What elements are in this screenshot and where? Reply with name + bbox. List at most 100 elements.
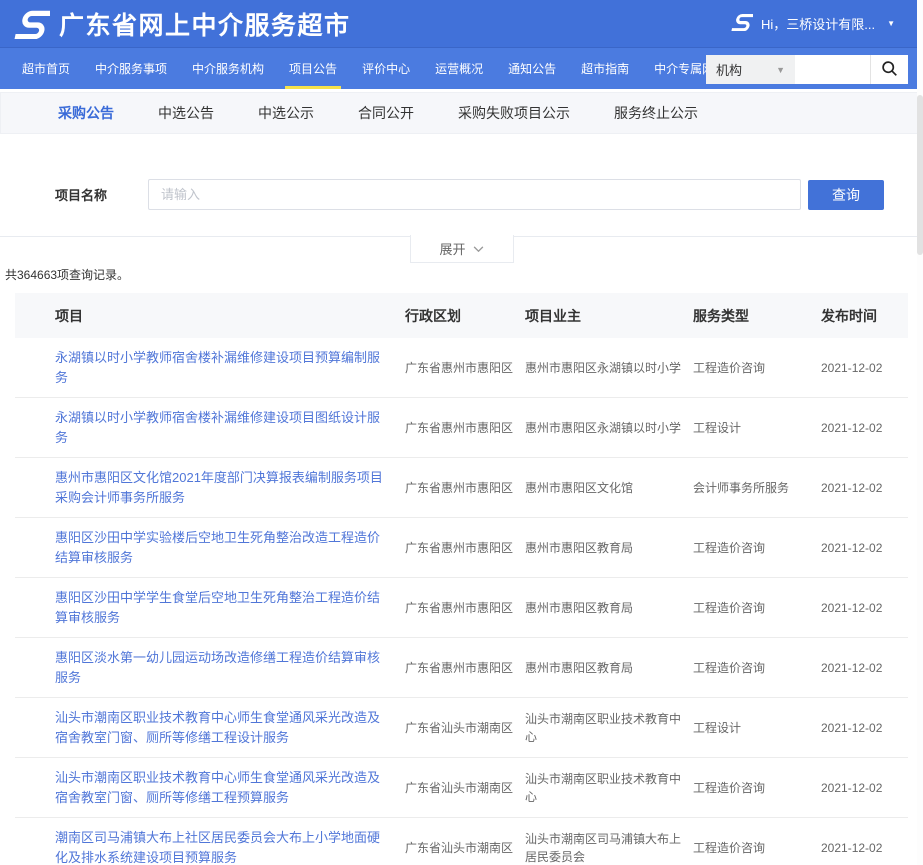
tab-item[interactable]: 中选公告 <box>158 103 214 123</box>
user-logo-icon <box>731 13 753 34</box>
project-title-link[interactable]: 惠阳区沙田中学实验楼后空地卫生死角整治改造工程造价结算审核服务 <box>15 528 405 567</box>
region-cell: 广东省惠州市惠阳区 <box>405 539 525 557</box>
service-type-cell: 工程设计 <box>693 419 821 437</box>
table-row: 永湖镇以时小学教师宿舍楼补漏维修建设项目图纸设计服务广东省惠州市惠阳区惠州市惠阳… <box>15 398 908 458</box>
main-nav: 超市首页中介服务事项中介服务机构项目公告评价中心运营概况通知公告超市指南中介专属… <box>0 47 923 89</box>
column-header: 服务类型 <box>693 306 821 326</box>
publish-date-cell: 2021-12-02 <box>821 599 908 617</box>
column-header: 项目业主 <box>525 306 693 326</box>
site-search-input[interactable] <box>795 55 870 84</box>
service-type-cell: 工程造价咨询 <box>693 539 821 557</box>
results-table: 项目行政区划项目业主服务类型发布时间 永湖镇以时小学教师宿舍楼补漏维修建设项目预… <box>15 293 908 865</box>
owner-cell: 惠州市惠阳区永湖镇以时小学 <box>525 419 693 437</box>
project-title-link[interactable]: 永湖镇以时小学教师宿舍楼补漏维修建设项目图纸设计服务 <box>15 408 405 447</box>
publish-date-cell: 2021-12-02 <box>821 539 908 557</box>
chevron-down-icon: ▼ <box>776 65 785 75</box>
region-cell: 广东省汕头市潮南区 <box>405 839 525 857</box>
nav-item[interactable]: 评价中心 <box>362 48 410 89</box>
publish-date-cell: 2021-12-02 <box>821 479 908 497</box>
region-cell: 广东省惠州市惠阳区 <box>405 359 525 377</box>
service-type-cell: 工程造价咨询 <box>693 359 821 377</box>
expand-toggle[interactable]: 展开 <box>410 235 514 263</box>
chevron-down-icon: ▼ <box>887 19 895 28</box>
service-type-cell: 工程造价咨询 <box>693 659 821 677</box>
page-title: 广东省网上中介服务超市 <box>59 6 351 42</box>
nav-item[interactable]: 中介服务机构 <box>192 48 264 89</box>
owner-cell: 汕头市潮南区职业技术教育中心 <box>525 710 693 746</box>
column-header: 项目 <box>15 306 405 326</box>
tab-item[interactable]: 合同公开 <box>358 103 414 123</box>
publish-date-cell: 2021-12-02 <box>821 839 908 857</box>
table-row: 汕头市潮南区职业技术教育中心师生食堂通风采光改造及宿舍教室门窗、厕所等修缮工程预… <box>15 758 908 818</box>
region-cell: 广东省惠州市惠阳区 <box>405 599 525 617</box>
table-row: 惠阳区淡水第一幼儿园运动场改造修缮工程造价结算审核服务广东省惠州市惠阳区惠州市惠… <box>15 638 908 698</box>
tab-item[interactable]: 采购失败项目公示 <box>458 103 570 123</box>
filter-panel: 项目名称 查询 展开 <box>0 134 923 237</box>
table-row: 汕头市潮南区职业技术教育中心师生食堂通风采光改造及宿舍教室门窗、厕所等修缮工程设… <box>15 698 908 758</box>
nav-item[interactable]: 运营概况 <box>435 48 483 89</box>
nav-item[interactable]: 超市指南 <box>581 48 629 89</box>
owner-cell: 惠州市惠阳区永湖镇以时小学 <box>525 359 693 377</box>
owner-cell: 惠州市惠阳区文化馆 <box>525 479 693 497</box>
table-header: 项目行政区划项目业主服务类型发布时间 <box>15 293 908 338</box>
site-header: 广东省网上中介服务超市 Hi，三桥设计有限... ▼ <box>0 0 923 47</box>
site-logo-icon <box>14 9 50 39</box>
nav-item[interactable]: 超市首页 <box>22 48 70 89</box>
project-title-link[interactable]: 惠州市惠阳区文化馆2021年度部门决算报表编制服务项目采购会计师事务所服务 <box>15 468 405 507</box>
publish-date-cell: 2021-12-02 <box>821 779 908 797</box>
region-cell: 广东省汕头市潮南区 <box>405 779 525 797</box>
nav-item[interactable]: 通知公告 <box>508 48 556 89</box>
service-type-cell: 会计师事务所服务 <box>693 479 821 497</box>
owner-cell: 汕头市潮南区司马浦镇大布上居民委员会 <box>525 830 693 865</box>
tab-item[interactable]: 服务终止公示 <box>614 103 698 123</box>
publish-date-cell: 2021-12-02 <box>821 419 908 437</box>
nav-item[interactable]: 中介服务事项 <box>95 48 167 89</box>
publish-date-cell: 2021-12-02 <box>821 659 908 677</box>
query-button[interactable]: 查询 <box>808 180 884 210</box>
chevron-down-icon <box>473 241 484 256</box>
column-header: 发布时间 <box>821 306 908 326</box>
service-type-cell: 工程造价咨询 <box>693 839 821 857</box>
tab-item[interactable]: 采购公告 <box>58 103 114 123</box>
project-title-link[interactable]: 汕头市潮南区职业技术教育中心师生食堂通风采光改造及宿舍教室门窗、厕所等修缮工程预… <box>15 768 405 807</box>
table-row: 惠阳区沙田中学实验楼后空地卫生死角整治改造工程造价结算审核服务广东省惠州市惠阳区… <box>15 518 908 578</box>
table-row: 永湖镇以时小学教师宿舍楼补漏维修建设项目预算编制服务广东省惠州市惠阳区惠州市惠阳… <box>15 338 908 398</box>
nav-item[interactable]: 项目公告 <box>289 48 337 89</box>
tab-item[interactable]: 中选公示 <box>258 103 314 123</box>
project-name-label: 项目名称 <box>55 185 148 204</box>
result-count: 共364663项查询记录。 <box>5 266 923 283</box>
scrollbar-thumb[interactable] <box>917 95 923 255</box>
service-type-cell: 工程造价咨询 <box>693 599 821 617</box>
notice-tabs: 采购公告 中选公告 中选公示 合同公开 采购失败项目公示 服务终止公示 <box>0 92 923 134</box>
table-row: 惠阳区沙田中学学生食堂后空地卫生死角整治工程造价结算审核服务广东省惠州市惠阳区惠… <box>15 578 908 638</box>
user-menu[interactable]: Hi，三桥设计有限... ▼ <box>731 13 895 34</box>
project-title-link[interactable]: 惠阳区沙田中学学生食堂后空地卫生死角整治工程造价结算审核服务 <box>15 588 405 627</box>
search-category-value: 机构 <box>716 60 742 79</box>
project-title-link[interactable]: 潮南区司马浦镇大布上社区居民委员会大布上小学地面硬化及排水系统建设项目预算服务 <box>15 828 405 865</box>
table-row: 惠州市惠阳区文化馆2021年度部门决算报表编制服务项目采购会计师事务所服务广东省… <box>15 458 908 518</box>
project-name-input[interactable] <box>148 179 801 210</box>
site-search-button[interactable] <box>870 55 908 84</box>
project-title-link[interactable]: 永湖镇以时小学教师宿舍楼补漏维修建设项目预算编制服务 <box>15 348 405 387</box>
region-cell: 广东省惠州市惠阳区 <box>405 419 525 437</box>
site-search: 机构 ▼ <box>706 55 908 84</box>
region-cell: 广东省惠州市惠阳区 <box>405 659 525 677</box>
user-greeting: Hi，三桥设计有限... <box>761 14 875 33</box>
expand-label: 展开 <box>439 239 465 258</box>
project-title-link[interactable]: 汕头市潮南区职业技术教育中心师生食堂通风采光改造及宿舍教室门窗、厕所等修缮工程设… <box>15 708 405 747</box>
owner-cell: 惠州市惠阳区教育局 <box>525 659 693 677</box>
search-icon <box>881 60 898 80</box>
owner-cell: 惠州市惠阳区教育局 <box>525 539 693 557</box>
publish-date-cell: 2021-12-02 <box>821 359 908 377</box>
search-category-select[interactable]: 机构 ▼ <box>706 55 795 84</box>
scrollbar[interactable] <box>917 0 923 865</box>
column-header: 行政区划 <box>405 306 525 326</box>
region-cell: 广东省汕头市潮南区 <box>405 719 525 737</box>
service-type-cell: 工程造价咨询 <box>693 779 821 797</box>
project-title-link[interactable]: 惠阳区淡水第一幼儿园运动场改造修缮工程造价结算审核服务 <box>15 648 405 687</box>
region-cell: 广东省惠州市惠阳区 <box>405 479 525 497</box>
owner-cell: 汕头市潮南区职业技术教育中心 <box>525 770 693 806</box>
owner-cell: 惠州市惠阳区教育局 <box>525 599 693 617</box>
table-row: 潮南区司马浦镇大布上社区居民委员会大布上小学地面硬化及排水系统建设项目预算服务广… <box>15 818 908 865</box>
publish-date-cell: 2021-12-02 <box>821 719 908 737</box>
